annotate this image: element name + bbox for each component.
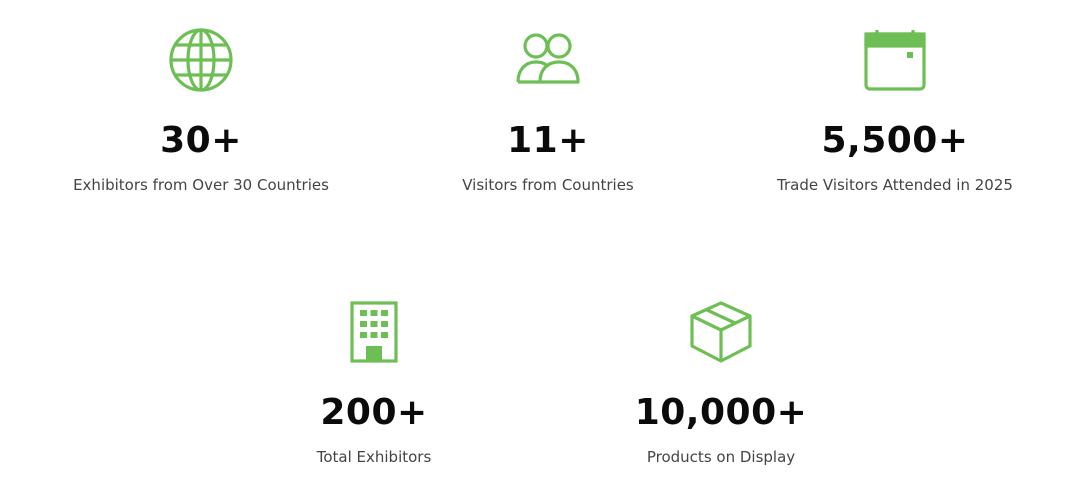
stat-label: Products on Display: [646, 448, 796, 466]
stat-total-exhibitors: 200+ Total Exhibitors: [194, 297, 554, 467]
stat-label: Trade Visitors Attended in 2025: [777, 176, 1013, 194]
stat-value: 5,500+: [821, 120, 969, 161]
calendar-icon: [863, 28, 927, 92]
building-icon: [349, 300, 399, 364]
stat-value: 200+: [320, 392, 428, 433]
stat-exhibitors-countries: 30+ Exhibitors from Over 30 Countries: [21, 25, 381, 195]
stat-visitors-countries: 11+ Visitors from Countries: [368, 25, 728, 195]
users-icon: [514, 29, 582, 91]
stat-value: 30+: [160, 120, 242, 161]
stat-trade-visitors: 5,500+ Trade Visitors Attended in 2025: [715, 25, 1075, 195]
stat-label: Exhibitors from Over 30 Countries: [73, 176, 329, 194]
stat-label: Total Exhibitors: [316, 448, 432, 466]
stat-label: Visitors from Countries: [462, 176, 634, 194]
globe-icon: [168, 27, 234, 93]
stat-value: 10,000+: [634, 392, 808, 433]
stat-value: 11+: [507, 120, 589, 161]
box-icon: [688, 300, 754, 364]
stat-products-display: 10,000+ Products on Display: [541, 297, 901, 467]
